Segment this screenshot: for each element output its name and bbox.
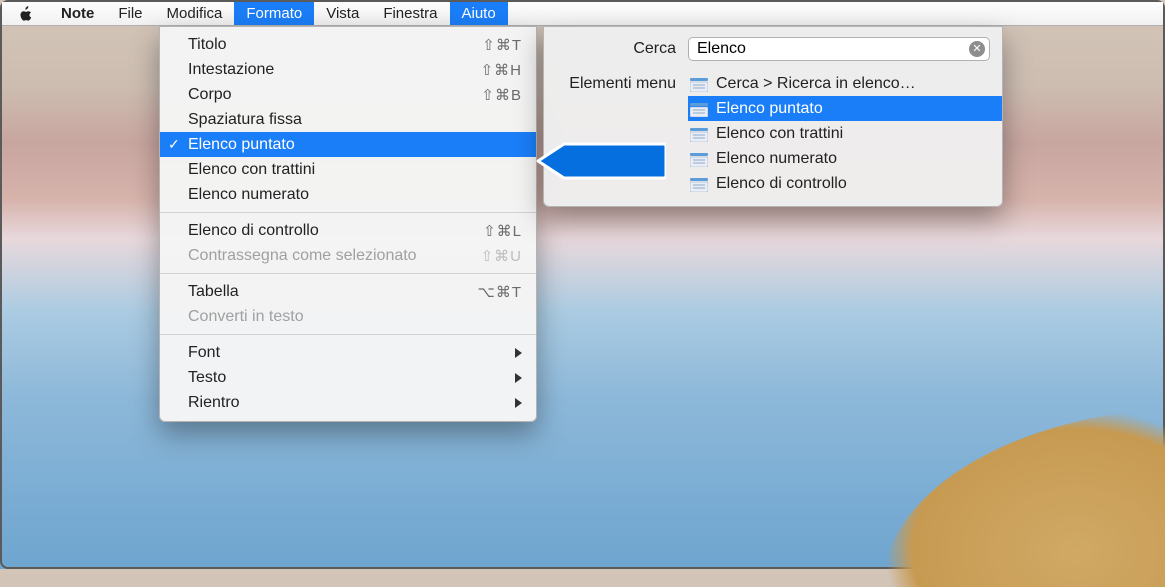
menu-item-label: Titolo: [188, 36, 482, 54]
menu-item-converti-in-testo: Converti in testo: [160, 304, 536, 329]
help-search-label: Cerca: [556, 40, 688, 58]
menu-item-shortcut: ⇧⌘B: [481, 86, 522, 104]
menu-item-label: Elenco di controllo: [188, 222, 483, 240]
menubar-item-modifica[interactable]: Modifica: [155, 2, 235, 25]
help-result-label: Elenco con trattini: [716, 125, 843, 143]
menu-item-label: Converti in testo: [188, 308, 522, 326]
help-result-label: Elenco numerato: [716, 150, 837, 168]
clear-search-icon[interactable]: ✕: [969, 41, 985, 57]
help-search-row: Cerca ✕: [544, 35, 1002, 71]
menu-item-label: Spaziatura fissa: [188, 111, 522, 129]
menu-item-spaziatura-fissa[interactable]: Spaziatura fissa: [160, 107, 536, 132]
menu-item-intestazione[interactable]: Intestazione ⇧⌘H: [160, 57, 536, 82]
menu-item-shortcut: ⇧⌘H: [481, 61, 522, 79]
menu-item-shortcut: ⌥⌘T: [478, 283, 522, 301]
menu-item-label: Elenco con trattini: [188, 161, 522, 179]
help-results-list: Cerca > Ricerca in elenco… Elenco puntat…: [688, 71, 1002, 196]
submenu-arrow-icon: [515, 373, 522, 383]
menu-item-label: Tabella: [188, 283, 478, 301]
menu-item-tabella[interactable]: Tabella ⌥⌘T: [160, 279, 536, 304]
menu-item-font[interactable]: Font: [160, 340, 536, 365]
menu-item-label: Corpo: [188, 86, 481, 104]
menu-item-label: Testo: [188, 369, 515, 387]
help-panel: Cerca ✕ Elementi menu Cerca > Ricerca in…: [543, 26, 1003, 207]
menu-item-rientro[interactable]: Rientro: [160, 390, 536, 415]
menubar-app-name[interactable]: Note: [49, 2, 106, 25]
menu-separator: [160, 334, 536, 335]
menu-item-label: Contrassegna come selezionato: [188, 247, 481, 265]
help-result-label: Elenco puntato: [716, 100, 823, 118]
help-results-group: Elementi menu Cerca > Ricerca in elenco……: [544, 71, 1002, 196]
menu-item-shortcut: ⇧⌘T: [482, 36, 522, 54]
submenu-arrow-icon: [515, 348, 522, 358]
menu-item-label: Elenco puntato: [188, 136, 522, 154]
menu-separator: [160, 273, 536, 274]
menu-item-corpo[interactable]: Corpo ⇧⌘B: [160, 82, 536, 107]
menu-item-contrassegna-come-selezionato: Contrassegna come selezionato ⇧⌘U: [160, 243, 536, 268]
help-result-label: Elenco di controllo: [716, 175, 847, 193]
menubar: Note File Modifica Formato Vista Finestr…: [2, 2, 1163, 26]
menu-item-shortcut: ⇧⌘U: [481, 247, 522, 265]
menu-result-icon: [690, 151, 708, 167]
menu-item-testo[interactable]: Testo: [160, 365, 536, 390]
menu-item-titolo[interactable]: Titolo ⇧⌘T: [160, 32, 536, 57]
menubar-item-vista[interactable]: Vista: [314, 2, 371, 25]
menu-item-elenco-numerato[interactable]: Elenco numerato: [160, 182, 536, 207]
help-search-field[interactable]: ✕: [688, 37, 990, 61]
formato-dropdown: Titolo ⇧⌘T Intestazione ⇧⌘H Corpo ⇧⌘B Sp…: [159, 26, 537, 422]
menu-item-elenco-con-trattini[interactable]: Elenco con trattini: [160, 157, 536, 182]
menu-result-icon: [690, 126, 708, 142]
menu-result-icon: [690, 101, 708, 117]
help-search-input[interactable]: [697, 40, 969, 58]
menu-item-label: Rientro: [188, 394, 515, 412]
help-result-label: Cerca > Ricerca in elenco…: [716, 75, 916, 93]
apple-menu[interactable]: [2, 2, 49, 25]
help-result-item[interactable]: Elenco puntato: [688, 96, 1002, 121]
checkmark-icon: ✓: [168, 136, 180, 153]
menubar-item-aiuto[interactable]: Aiuto: [450, 2, 508, 25]
menubar-item-finestra[interactable]: Finestra: [371, 2, 449, 25]
menubar-item-file[interactable]: File: [106, 2, 154, 25]
menu-item-label: Intestazione: [188, 61, 481, 79]
menu-item-label: Elenco numerato: [188, 186, 522, 204]
menubar-item-formato[interactable]: Formato: [234, 2, 314, 25]
help-result-item[interactable]: Elenco numerato: [688, 146, 1002, 171]
desktop-wallpaper-dune: [883, 407, 1165, 587]
help-results-label: Elementi menu: [544, 71, 688, 93]
menu-separator: [160, 212, 536, 213]
help-result-item[interactable]: Cerca > Ricerca in elenco…: [688, 71, 1002, 96]
menu-item-shortcut: ⇧⌘L: [483, 222, 522, 240]
submenu-arrow-icon: [515, 398, 522, 408]
menu-item-elenco-puntato[interactable]: ✓ Elenco puntato: [160, 132, 536, 157]
help-result-item[interactable]: Elenco con trattini: [688, 121, 1002, 146]
menu-result-icon: [690, 76, 708, 92]
help-result-item[interactable]: Elenco di controllo: [688, 171, 1002, 196]
menu-item-label: Font: [188, 344, 515, 362]
menu-item-elenco-di-controllo[interactable]: Elenco di controllo ⇧⌘L: [160, 218, 536, 243]
menu-result-icon: [690, 176, 708, 192]
